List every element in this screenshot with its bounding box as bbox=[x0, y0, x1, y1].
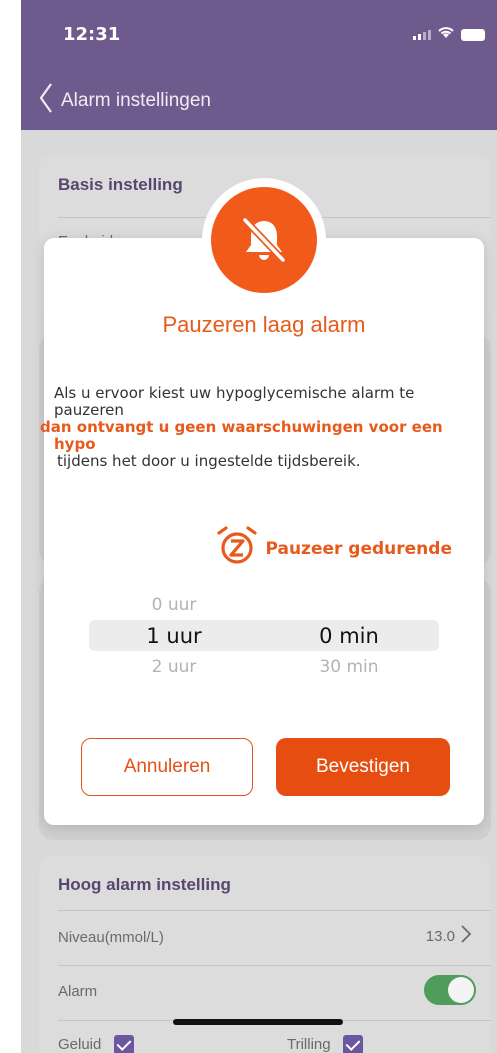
hours-option[interactable]: 0 uur bbox=[114, 590, 234, 621]
pause-duration-row: Pauzeer gedurende bbox=[215, 524, 452, 573]
level-value-row[interactable]: 13.0 bbox=[425, 925, 472, 947]
hours-option-selected[interactable]: 1 uur bbox=[114, 621, 234, 652]
nav-title: Alarm instellingen bbox=[61, 89, 211, 111]
wifi-icon bbox=[437, 26, 455, 44]
dialog-title: Pauzeren laag alarm bbox=[162, 312, 366, 337]
chevron-left-icon bbox=[39, 82, 53, 119]
dialog-message-line1: Als u ervoor kiest uw hypoglycemische al… bbox=[54, 384, 415, 419]
hoog-alarm-title: Hoog alarm instelling bbox=[58, 875, 231, 894]
nav-back[interactable]: Alarm instellingen bbox=[39, 82, 211, 119]
sound-row: Geluid bbox=[58, 1035, 134, 1053]
hours-wheel[interactable]: 0 uur 1 uur 2 uur bbox=[114, 590, 234, 683]
status-icons bbox=[413, 26, 485, 44]
status-time: 12:31 bbox=[63, 24, 121, 45]
duration-picker[interactable]: 0 uur 1 uur 2 uur 0 min 30 min bbox=[89, 590, 439, 685]
minutes-option[interactable] bbox=[289, 590, 409, 621]
divider bbox=[58, 910, 491, 911]
app-screen: Basis instelling Eenheid Hoog alarm inst… bbox=[21, 0, 497, 1053]
cancel-button[interactable]: Annuleren bbox=[81, 738, 253, 796]
minutes-option-selected[interactable]: 0 min bbox=[289, 621, 409, 652]
minutes-option[interactable]: 30 min bbox=[289, 652, 409, 683]
signal-icon bbox=[413, 30, 431, 40]
pause-low-alarm-dialog: Pauzeren laag alarm Als u ervoor kiest u… bbox=[40, 238, 484, 825]
home-indicator bbox=[173, 1019, 343, 1025]
vibration-row: Trilling bbox=[287, 1035, 363, 1053]
alarm-label: Alarm bbox=[58, 983, 98, 1000]
battery-icon bbox=[461, 29, 485, 41]
bell-slash-icon bbox=[211, 187, 317, 293]
divider bbox=[58, 965, 491, 966]
hours-option[interactable]: 2 uur bbox=[114, 652, 234, 683]
sound-checkbox-icon[interactable] bbox=[113, 1035, 134, 1053]
dialog-message-line3: tijdens het door u ingestelde tijdsberei… bbox=[57, 452, 361, 470]
pause-duration-label: Pauzeer gedurende bbox=[265, 538, 452, 559]
chevron-right-icon bbox=[461, 925, 472, 947]
alarm-toggle[interactable] bbox=[424, 975, 476, 1005]
confirm-button[interactable]: Bevestigen bbox=[276, 738, 450, 796]
level-value: 13.0 bbox=[425, 927, 455, 945]
dialog-message: Als u ervoor kiest uw hypoglycemische al… bbox=[40, 384, 464, 470]
vibration-label: Trilling bbox=[287, 1035, 331, 1053]
basis-settings-title: Basis instelling bbox=[58, 175, 183, 194]
top-bar: 12:31 Alarm instellingen bbox=[21, 0, 497, 130]
minutes-wheel[interactable]: 0 min 30 min bbox=[289, 590, 409, 683]
level-label: Niveau(mmol/L) bbox=[58, 929, 164, 946]
sound-label: Geluid bbox=[58, 1035, 102, 1053]
dialog-message-highlight: dan ontvangt u geen waarschuwingen voor … bbox=[40, 418, 443, 453]
alarm-clock-z-icon bbox=[215, 524, 259, 573]
vibration-checkbox-icon[interactable] bbox=[342, 1035, 363, 1053]
